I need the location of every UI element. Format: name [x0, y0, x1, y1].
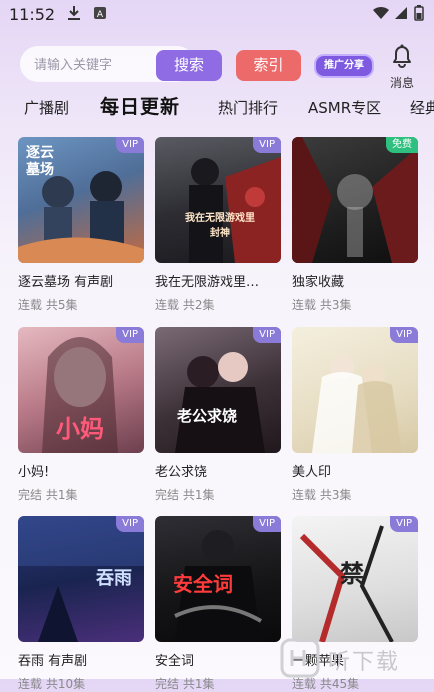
list-item[interactable]: 安全词 VIP 安全词 完结 共1集	[155, 516, 281, 692]
list-item[interactable]: 免费 独家收藏 连载 共3集	[292, 137, 418, 313]
signal-icon	[394, 5, 408, 24]
bell-icon	[391, 44, 413, 72]
item-meta: 连载 共2集	[155, 298, 215, 312]
cover-title: 吞雨	[96, 568, 132, 589]
status-time: 11:52	[9, 5, 56, 24]
watermark: 听下载	[276, 636, 434, 679]
cover-image[interactable]: VIP	[292, 327, 418, 453]
vip-badge: VIP	[116, 516, 144, 532]
list-item[interactable]: 老公求饶 VIP 老公求饶 完结 共1集	[155, 327, 281, 503]
search-button[interactable]: 搜索	[156, 50, 222, 81]
vip-badge: VIP	[390, 327, 418, 343]
list-item[interactable]: 小妈 VIP 小妈! 完结 共1集	[18, 327, 144, 503]
cover-image[interactable]: 吞雨 VIP	[18, 516, 144, 642]
item-title: 小妈!	[18, 465, 50, 480]
cover-image[interactable]: 我在无限游戏里封神 VIP	[155, 137, 281, 263]
cover-title: 安全词	[173, 572, 233, 596]
item-title: 老公求饶	[155, 465, 208, 480]
item-meta: 完结 共1集	[18, 488, 78, 502]
category-tabs: 广播剧 每日更新 热门排行 ASMR专区 经典	[0, 96, 434, 122]
vip-badge: VIP	[253, 516, 281, 532]
cover-image[interactable]: 小妈 VIP	[18, 327, 144, 453]
cover-image[interactable]: 免费	[292, 137, 418, 263]
item-meta: 连载 共3集	[292, 488, 352, 502]
cover-image[interactable]: 安全词 VIP	[155, 516, 281, 642]
cover-title: 我在无限游戏里封神	[185, 213, 255, 239]
tab-classic[interactable]: 经典	[410, 96, 434, 120]
tab-daily-update[interactable]: 每日更新	[100, 95, 180, 119]
item-meta: 连载 共3集	[292, 298, 352, 312]
tab-radio-drama[interactable]: 广播剧	[24, 96, 69, 120]
message-button[interactable]: 消息	[386, 44, 418, 91]
tab-asmr[interactable]: ASMR专区	[308, 96, 381, 120]
vip-badge: VIP	[390, 516, 418, 532]
item-title: 安全词	[155, 654, 195, 669]
wifi-icon	[372, 5, 390, 24]
list-item[interactable]: 吞雨 VIP 吞雨 有声剧 连载 共10集	[18, 516, 144, 692]
item-meta: 完结 共1集	[155, 488, 215, 502]
cover-title: 老公求饶	[177, 407, 238, 425]
battery-icon	[414, 5, 424, 25]
vip-badge: VIP	[253, 327, 281, 343]
item-meta: 连载 共5集	[18, 298, 78, 312]
index-button[interactable]: 索引	[236, 50, 301, 81]
cover-title: 逐云 墓场	[26, 145, 54, 178]
item-title: 吞雨 有声剧	[18, 654, 88, 669]
list-item[interactable]: 逐云 墓场 VIP 逐云墓场 有声剧 连载 共5集	[18, 137, 144, 313]
download-icon	[67, 5, 81, 25]
cover-image[interactable]: 逐云 墓场 VIP	[18, 137, 144, 263]
item-title: 我在无限游戏里…	[155, 275, 260, 290]
item-meta: 连载 共10集	[18, 677, 86, 691]
list-item[interactable]: VIP 美人印 连载 共3集	[292, 327, 418, 503]
search-input[interactable]	[32, 46, 156, 84]
cover-image[interactable]: 禁 VIP	[292, 516, 418, 642]
vip-badge: VIP	[116, 137, 144, 153]
watermark-text: 听下载	[328, 650, 401, 675]
top-bar: 搜索 索引 推广分享 消息	[0, 36, 434, 92]
share-button[interactable]: 推广分享	[314, 54, 374, 78]
item-title: 独家收藏	[292, 275, 345, 290]
list-item[interactable]: 我在无限游戏里封神 VIP 我在无限游戏里… 连载 共2集	[155, 137, 281, 313]
status-bar: 11:52 A	[0, 0, 434, 30]
free-badge: 免费	[386, 137, 418, 153]
vip-badge: VIP	[116, 327, 144, 343]
item-meta: 完结 共1集	[155, 677, 215, 691]
app-notification-icon: A	[93, 5, 107, 24]
cover-image[interactable]: 老公求饶 VIP	[155, 327, 281, 453]
vip-badge: VIP	[253, 137, 281, 153]
message-label: 消息	[389, 76, 414, 90]
item-title: 美人印	[292, 465, 332, 480]
cover-title: 小妈	[56, 415, 104, 443]
cover-title: 禁	[340, 560, 364, 588]
tab-hot-ranking[interactable]: 热门排行	[218, 96, 278, 120]
svg-text:A: A	[97, 10, 104, 20]
item-title: 逐云墓场 有声剧	[18, 275, 114, 290]
